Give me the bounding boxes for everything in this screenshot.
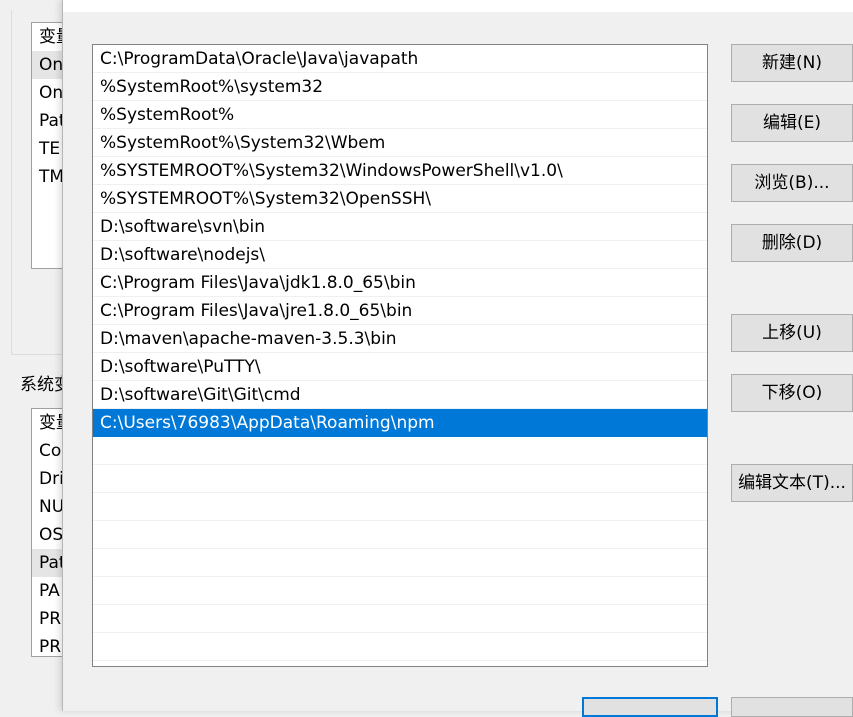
path-entry[interactable]: D:\maven\apache-maven-3.5.3\bin: [93, 325, 707, 353]
path-entry[interactable]: D:\software\svn\bin: [93, 213, 707, 241]
path-entry[interactable]: C:\Program Files\Java\jre1.8.0_65\bin: [93, 297, 707, 325]
empty-row[interactable]: [93, 605, 707, 633]
move-down-button[interactable]: 下移(O): [731, 374, 853, 412]
path-entry[interactable]: %SYSTEMROOT%\System32\OpenSSH\: [93, 185, 707, 213]
path-entries-list[interactable]: C:\ProgramData\Oracle\Java\javapath %Sys…: [92, 44, 708, 667]
path-entry[interactable]: D:\software\Git\Git\cmd: [93, 381, 707, 409]
path-entry[interactable]: D:\software\PuTTY\: [93, 353, 707, 381]
path-entry[interactable]: %SystemRoot%\System32\Wbem: [93, 129, 707, 157]
move-up-button[interactable]: 上移(U): [731, 314, 853, 352]
path-entry[interactable]: D:\software\nodejs\: [93, 241, 707, 269]
delete-button[interactable]: 删除(D): [731, 224, 853, 262]
dialog-title-strip: [63, 0, 853, 12]
empty-row[interactable]: [93, 549, 707, 577]
ok-button[interactable]: [582, 697, 718, 717]
path-entry[interactable]: %SystemRoot%\system32: [93, 73, 707, 101]
edit-button[interactable]: 编辑(E): [731, 104, 853, 142]
edit-text-button[interactable]: 编辑文本(T)...: [731, 464, 853, 502]
browse-button[interactable]: 浏览(B)...: [731, 164, 853, 202]
path-entry[interactable]: %SYSTEMROOT%\System32\WindowsPowerShell\…: [93, 157, 707, 185]
path-entry-selected[interactable]: C:\Users\76983\AppData\Roaming\npm: [93, 409, 707, 437]
empty-row[interactable]: [93, 493, 707, 521]
path-entry[interactable]: C:\ProgramData\Oracle\Java\javapath: [93, 45, 707, 73]
empty-row[interactable]: [93, 437, 707, 465]
parent-dialog-background: 变量 On On Pat TE TM 系统变 变量 Co Dri NU OS P…: [0, 0, 93, 711]
empty-row[interactable]: [93, 521, 707, 549]
edit-path-dialog: C:\ProgramData\Oracle\Java\javapath %Sys…: [62, 0, 853, 717]
path-entry[interactable]: %SystemRoot%: [93, 101, 707, 129]
empty-row[interactable]: [93, 633, 707, 661]
new-button[interactable]: 新建(N): [731, 44, 853, 82]
cancel-button[interactable]: [731, 697, 853, 717]
path-entry[interactable]: C:\Program Files\Java\jdk1.8.0_65\bin: [93, 269, 707, 297]
empty-row[interactable]: [93, 465, 707, 493]
empty-row[interactable]: [93, 577, 707, 605]
